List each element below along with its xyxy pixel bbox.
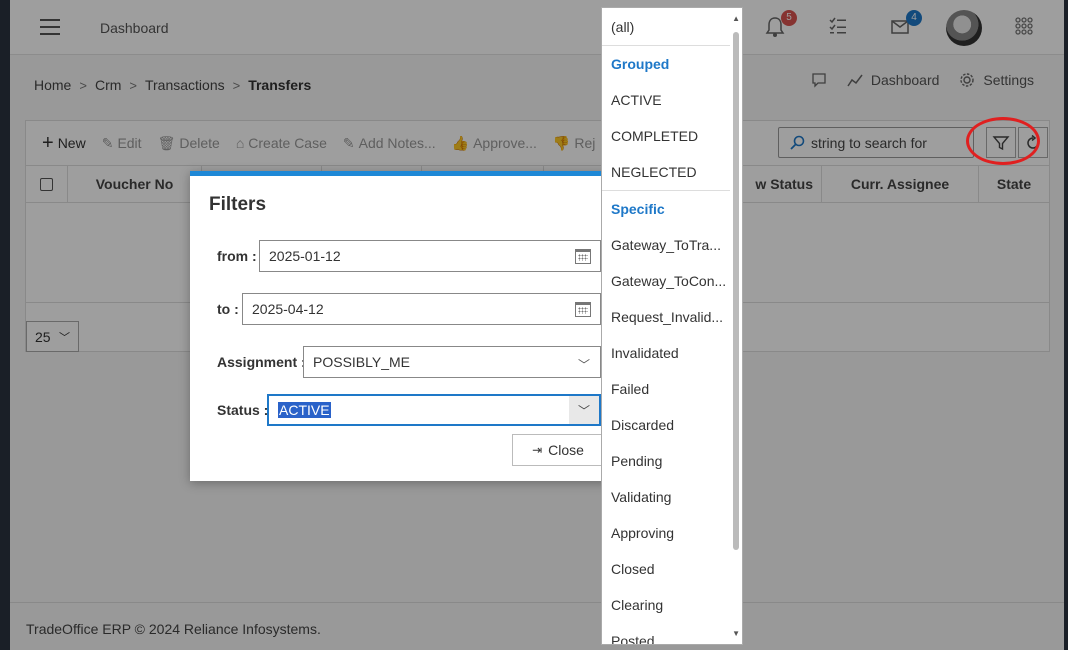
status-select[interactable]: ACTIVE ﹀: [267, 394, 601, 426]
dropdown-option[interactable]: Invalidated: [611, 345, 679, 361]
dropdown-option-completed[interactable]: COMPLETED: [611, 128, 698, 144]
calendar-icon[interactable]: [575, 302, 591, 317]
exit-icon: ⇥: [532, 443, 543, 457]
assignment-label: Assignment :: [217, 354, 306, 370]
annotation-circle: [966, 117, 1040, 165]
chevron-down-icon: ﹀: [577, 358, 590, 372]
dropdown-group-grouped: Grouped: [611, 56, 670, 72]
from-label: from :: [217, 248, 257, 264]
status-value: ACTIVE: [278, 402, 331, 418]
status-label: Status :: [217, 402, 269, 418]
dropdown-option[interactable]: Closed: [611, 561, 655, 577]
scroll-up-icon[interactable]: ▲: [732, 14, 740, 23]
dropdown-option[interactable]: Failed: [611, 381, 649, 397]
dropdown-group-specific: Specific: [611, 201, 665, 217]
to-date-value: 2025-04-12: [252, 301, 324, 317]
dropdown-scrollbar[interactable]: ▲ ▼: [730, 8, 742, 644]
dropdown-option[interactable]: Clearing: [611, 597, 663, 613]
chevron-down-icon[interactable]: ﹀: [569, 396, 599, 424]
dropdown-option[interactable]: Gateway_ToCon...: [611, 273, 726, 289]
dropdown-option-active[interactable]: ACTIVE: [611, 92, 662, 108]
dropdown-option-neglected[interactable]: NEGLECTED: [611, 164, 697, 180]
to-date-field[interactable]: 2025-04-12: [242, 293, 601, 325]
assignment-value: POSSIBLY_ME: [313, 354, 411, 370]
to-label: to :: [217, 301, 239, 317]
close-button[interactable]: ⇥ Close: [512, 434, 604, 466]
dropdown-option[interactable]: Discarded: [611, 417, 674, 433]
dropdown-option[interactable]: Request_Invalid...: [611, 309, 723, 325]
dropdown-option[interactable]: Pending: [611, 453, 662, 469]
calendar-icon[interactable]: [575, 249, 591, 264]
scroll-thumb[interactable]: [733, 32, 739, 550]
divider: [602, 190, 732, 191]
dropdown-option[interactable]: Posted: [611, 633, 655, 644]
from-date-field[interactable]: 2025-01-12: [259, 240, 601, 272]
dropdown-option-all[interactable]: (all): [611, 19, 634, 35]
filters-dialog: Filters from : 2025-01-12 to : 2025-04-1…: [190, 171, 610, 481]
status-dropdown-list: (all) Grouped ACTIVE COMPLETED NEGLECTED…: [601, 7, 743, 645]
assignment-select[interactable]: POSSIBLY_ME ﹀: [303, 346, 601, 378]
divider: [602, 45, 732, 46]
from-date-value: 2025-01-12: [269, 248, 341, 264]
dropdown-option[interactable]: Approving: [611, 525, 674, 541]
dialog-title: Filters: [209, 194, 267, 215]
dropdown-option[interactable]: Gateway_ToTra...: [611, 237, 721, 253]
scroll-down-icon[interactable]: ▼: [732, 629, 740, 638]
close-button-label: Close: [548, 442, 584, 458]
dropdown-option[interactable]: Validating: [611, 489, 671, 505]
